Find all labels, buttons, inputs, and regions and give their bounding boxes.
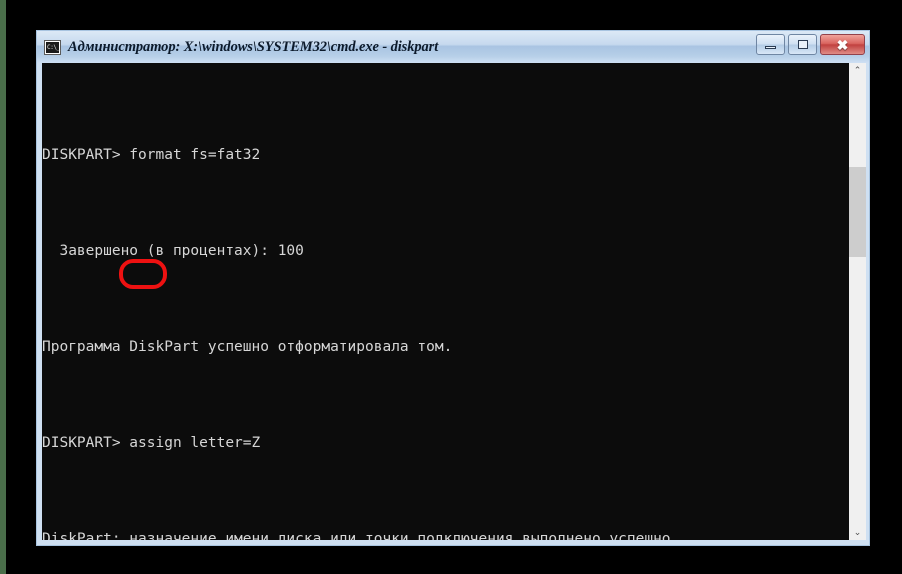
maximize-icon	[797, 40, 808, 49]
console-output[interactable]: DISKPART> format fs=fat32 Завершено (в п…	[42, 63, 848, 542]
window-title-text: Администратор: X:\windows\SYSTEM32\cmd.e…	[68, 38, 439, 55]
maximize-button[interactable]	[788, 34, 817, 55]
console-line: Программа DiskPart успешно отформатирова…	[42, 339, 453, 355]
desktop-background: Администратор: X:\windows\SYSTEM32\cmd.e…	[0, 0, 902, 574]
console-area: DISKPART> format fs=fat32 Завершено (в п…	[42, 63, 866, 542]
command-prompt-window: Администратор: X:\windows\SYSTEM32\cmd.e…	[36, 30, 870, 546]
scrollbar-track[interactable]	[849, 80, 866, 525]
close-button[interactable]: ✖	[820, 34, 865, 55]
console-scrollbar[interactable]: ⌃ ⌄	[848, 63, 866, 542]
cmd-console-icon	[44, 39, 61, 55]
window-controls: ✖	[756, 34, 865, 55]
console-line: DISKPART> format fs=fat32	[42, 147, 261, 163]
close-icon: ✖	[836, 36, 849, 53]
minimize-button[interactable]	[756, 34, 785, 55]
desktop-edge-strip	[0, 0, 6, 574]
console-line: DISKPART> assign letter=Z	[42, 435, 261, 451]
window-title-bar[interactable]: Администратор: X:\windows\SYSTEM32\cmd.e…	[37, 31, 869, 63]
scroll-up-arrow-icon[interactable]: ⌃	[849, 63, 866, 80]
console-line: Завершено (в процентах): 100	[42, 243, 304, 259]
scrollbar-thumb[interactable]	[849, 167, 866, 257]
minimize-icon	[765, 45, 776, 49]
window-bottom-edge	[37, 540, 869, 545]
